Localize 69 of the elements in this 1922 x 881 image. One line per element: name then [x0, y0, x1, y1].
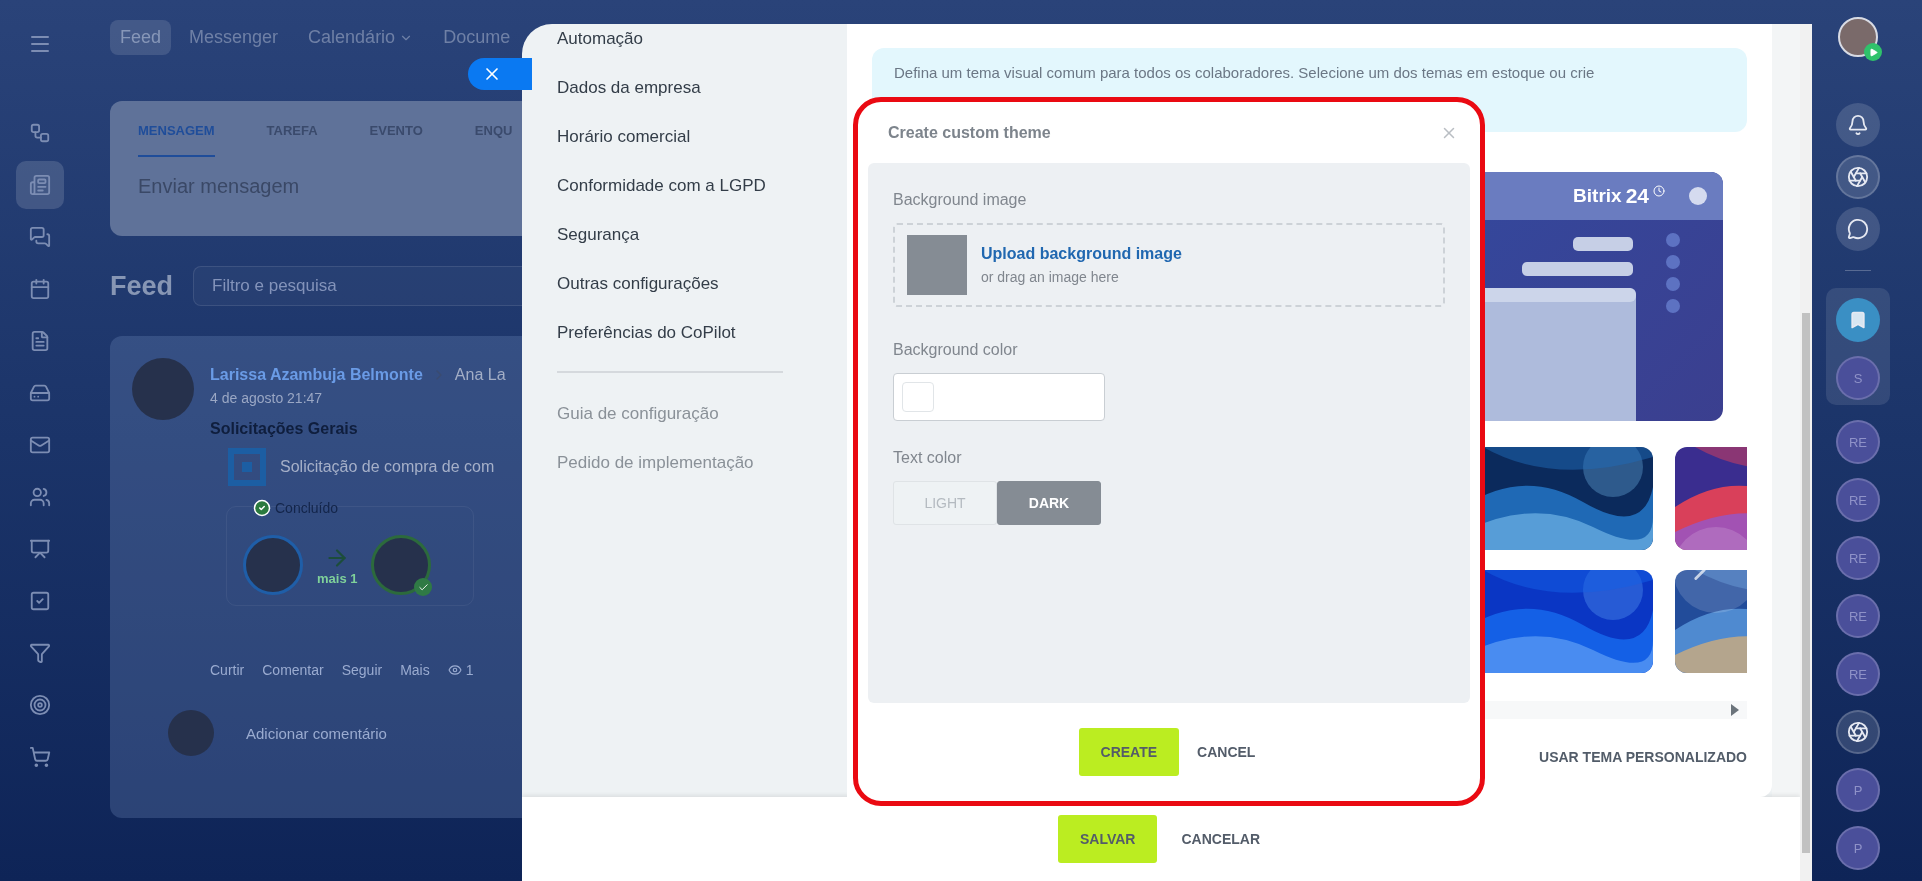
text-color-option[interactable]: DARK — [997, 481, 1101, 525]
cancel-button[interactable]: CANCEL — [1193, 728, 1260, 776]
dot-icon — [1689, 187, 1707, 205]
status-label: Concluído — [275, 500, 339, 516]
commenter-avatar — [168, 710, 214, 756]
nav-tab[interactable]: Docume — [431, 20, 522, 55]
feed-title: Feed — [110, 270, 174, 302]
scrollbar[interactable] — [1802, 313, 1810, 853]
post-group: Solicitações Gerais — [210, 420, 506, 438]
user-avatar — [243, 535, 303, 595]
bookmark-icon[interactable] — [1836, 298, 1880, 342]
chat-avatar[interactable]: RE — [1836, 652, 1880, 696]
chat-avatar[interactable]: RE — [1836, 478, 1880, 522]
upload-link[interactable]: Upload background image — [981, 245, 1182, 263]
bell-icon[interactable] — [1836, 103, 1880, 147]
settings-menu-item[interactable]: Horário comercial — [557, 112, 847, 161]
clock-icon — [1653, 185, 1665, 197]
comment-field[interactable]: Adicionar comentário — [246, 724, 387, 742]
settings-menu-item[interactable]: Guia de configuração — [557, 389, 847, 438]
color-field[interactable] — [893, 373, 1105, 421]
more-count: mais 1 — [317, 570, 358, 586]
author-name[interactable]: Larissa Azambuja Belmonte — [210, 366, 423, 384]
nav-tab[interactable]: Feed — [110, 20, 172, 55]
news-icon[interactable] — [16, 161, 64, 209]
settings-menu-item[interactable]: Conformidade com a LGPD — [557, 161, 847, 210]
settings-menu-item[interactable]: Segurança — [557, 210, 847, 259]
chat-avatar[interactable]: RE — [1836, 536, 1880, 580]
field-label: Background color — [893, 341, 1019, 359]
recipient-name[interactable]: Ana La — [454, 366, 506, 384]
chat-avatar[interactable]: RE — [1836, 420, 1880, 464]
eye-icon — [447, 663, 462, 677]
form-icon — [228, 448, 266, 486]
settings-menu-item[interactable]: Dados da empresa — [557, 63, 847, 112]
text-color-option[interactable]: LIGHT — [893, 481, 997, 525]
online-badge — [1864, 43, 1882, 61]
settings-menu-item[interactable]: Preferências do CoPilot — [557, 308, 847, 357]
request-title[interactable]: Solicitação de compra de com — [280, 458, 495, 476]
create-button[interactable]: CREATE — [1078, 728, 1180, 776]
chat-avatar[interactable]: P — [1836, 826, 1880, 870]
filter-field[interactable]: Filtro e pesquisa — [193, 266, 522, 306]
scroll-arrow-icon[interactable] — [1731, 704, 1739, 716]
close-button[interactable] — [468, 58, 532, 90]
field-label: Text color — [893, 449, 963, 467]
post-action[interactable]: Seguir — [341, 662, 383, 678]
chat-icon[interactable] — [1836, 207, 1880, 251]
color-swatch — [902, 382, 934, 412]
brand-number: 24 — [1625, 184, 1649, 208]
cancel-button[interactable]: CANCELAR — [1177, 815, 1264, 863]
post-time: 4 de agosto 21:47 — [210, 390, 324, 406]
settings-menu-item[interactable]: Automação — [557, 24, 847, 63]
post-action[interactable]: Curtir — [210, 662, 245, 678]
post-action[interactable]: Mais — [400, 662, 430, 678]
settings-menu-item[interactable]: Outras configurações — [557, 259, 847, 308]
settings-menu-item[interactable]: Pedido de implementação — [557, 438, 847, 487]
view-count: 1 — [465, 662, 474, 678]
brand-name: Bitrix — [1573, 185, 1622, 207]
chat-avatar[interactable]: P — [1836, 768, 1880, 812]
image-placeholder — [907, 235, 967, 295]
post-action[interactable]: Comentar — [262, 662, 324, 678]
save-button[interactable]: SALVAR — [1057, 815, 1158, 863]
chat-avatar[interactable]: S — [1836, 356, 1880, 400]
field-label: Background image — [893, 191, 1028, 209]
chat-avatar[interactable]: RE — [1836, 594, 1880, 638]
upload-dropzone[interactable]: Upload background image or drag an image here — [893, 223, 1445, 307]
check-icon — [414, 578, 433, 596]
custom-theme-button[interactable]: USAR TEMA PERSONALIZADO — [1539, 745, 1747, 769]
upload-hint: or drag an image here — [981, 269, 1120, 285]
nav-tab[interactable]: Calendário — [296, 20, 426, 55]
nav-tab[interactable]: Messenger — [177, 20, 291, 55]
